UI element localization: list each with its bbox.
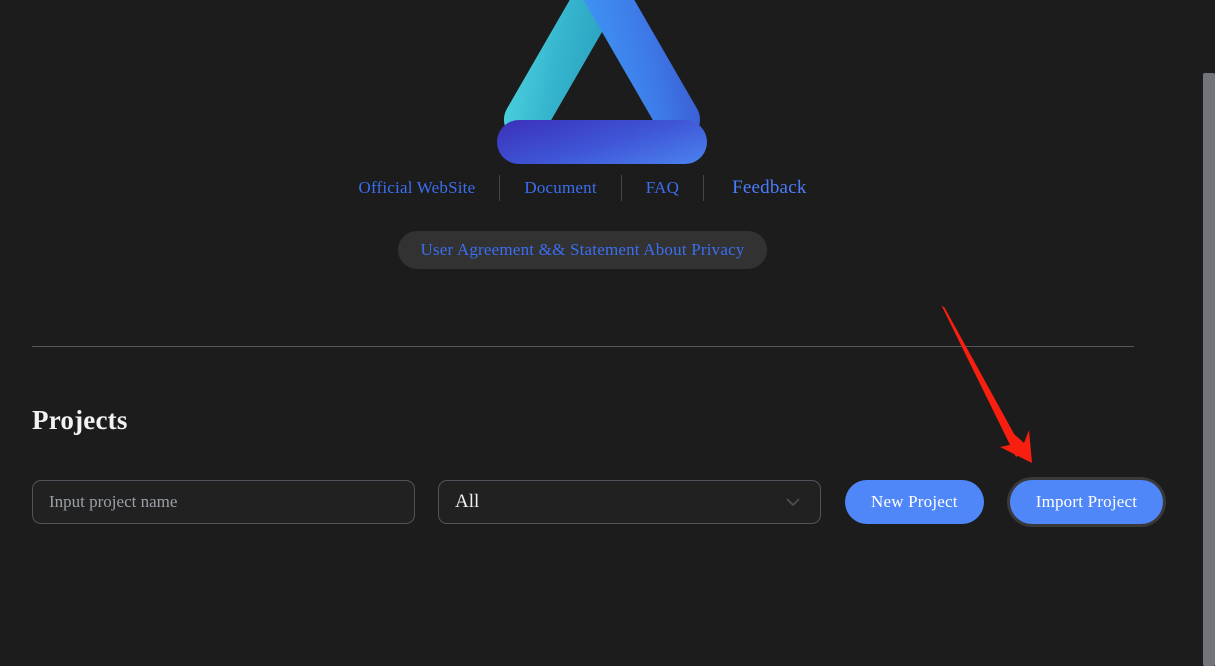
search-input[interactable] (32, 480, 415, 524)
page-title: Projects (32, 405, 128, 435)
project-filter-select[interactable]: All (438, 480, 821, 524)
projects-toolbar: All New Project Import Project (32, 480, 1164, 524)
project-filter-select-box[interactable]: All (438, 480, 821, 524)
top-nav: Official WebSite Document FAQ Feedback (0, 174, 1165, 202)
nav-faq[interactable]: FAQ (622, 174, 703, 202)
vertical-scrollbar-track[interactable] (1203, 0, 1215, 666)
nav-feedback[interactable]: Feedback (704, 174, 830, 202)
new-project-button[interactable]: New Project (845, 480, 984, 524)
page-root: Official WebSite Document FAQ Feedback U… (0, 0, 1203, 666)
chevron-down-icon (786, 498, 800, 506)
agreement-row: User Agreement && Statement About Privac… (0, 231, 1165, 269)
app-logo (0, 0, 1203, 182)
nav-document[interactable]: Document (500, 174, 620, 202)
section-divider (32, 346, 1134, 347)
nav-official-website[interactable]: Official WebSite (334, 174, 499, 202)
user-agreement-link[interactable]: User Agreement && Statement About Privac… (398, 231, 767, 269)
apipost-triangle-logo (496, 0, 707, 164)
import-project-button[interactable]: Import Project (1009, 480, 1164, 524)
project-filter-value: All (455, 491, 480, 512)
vertical-scrollbar-thumb[interactable] (1203, 73, 1215, 666)
